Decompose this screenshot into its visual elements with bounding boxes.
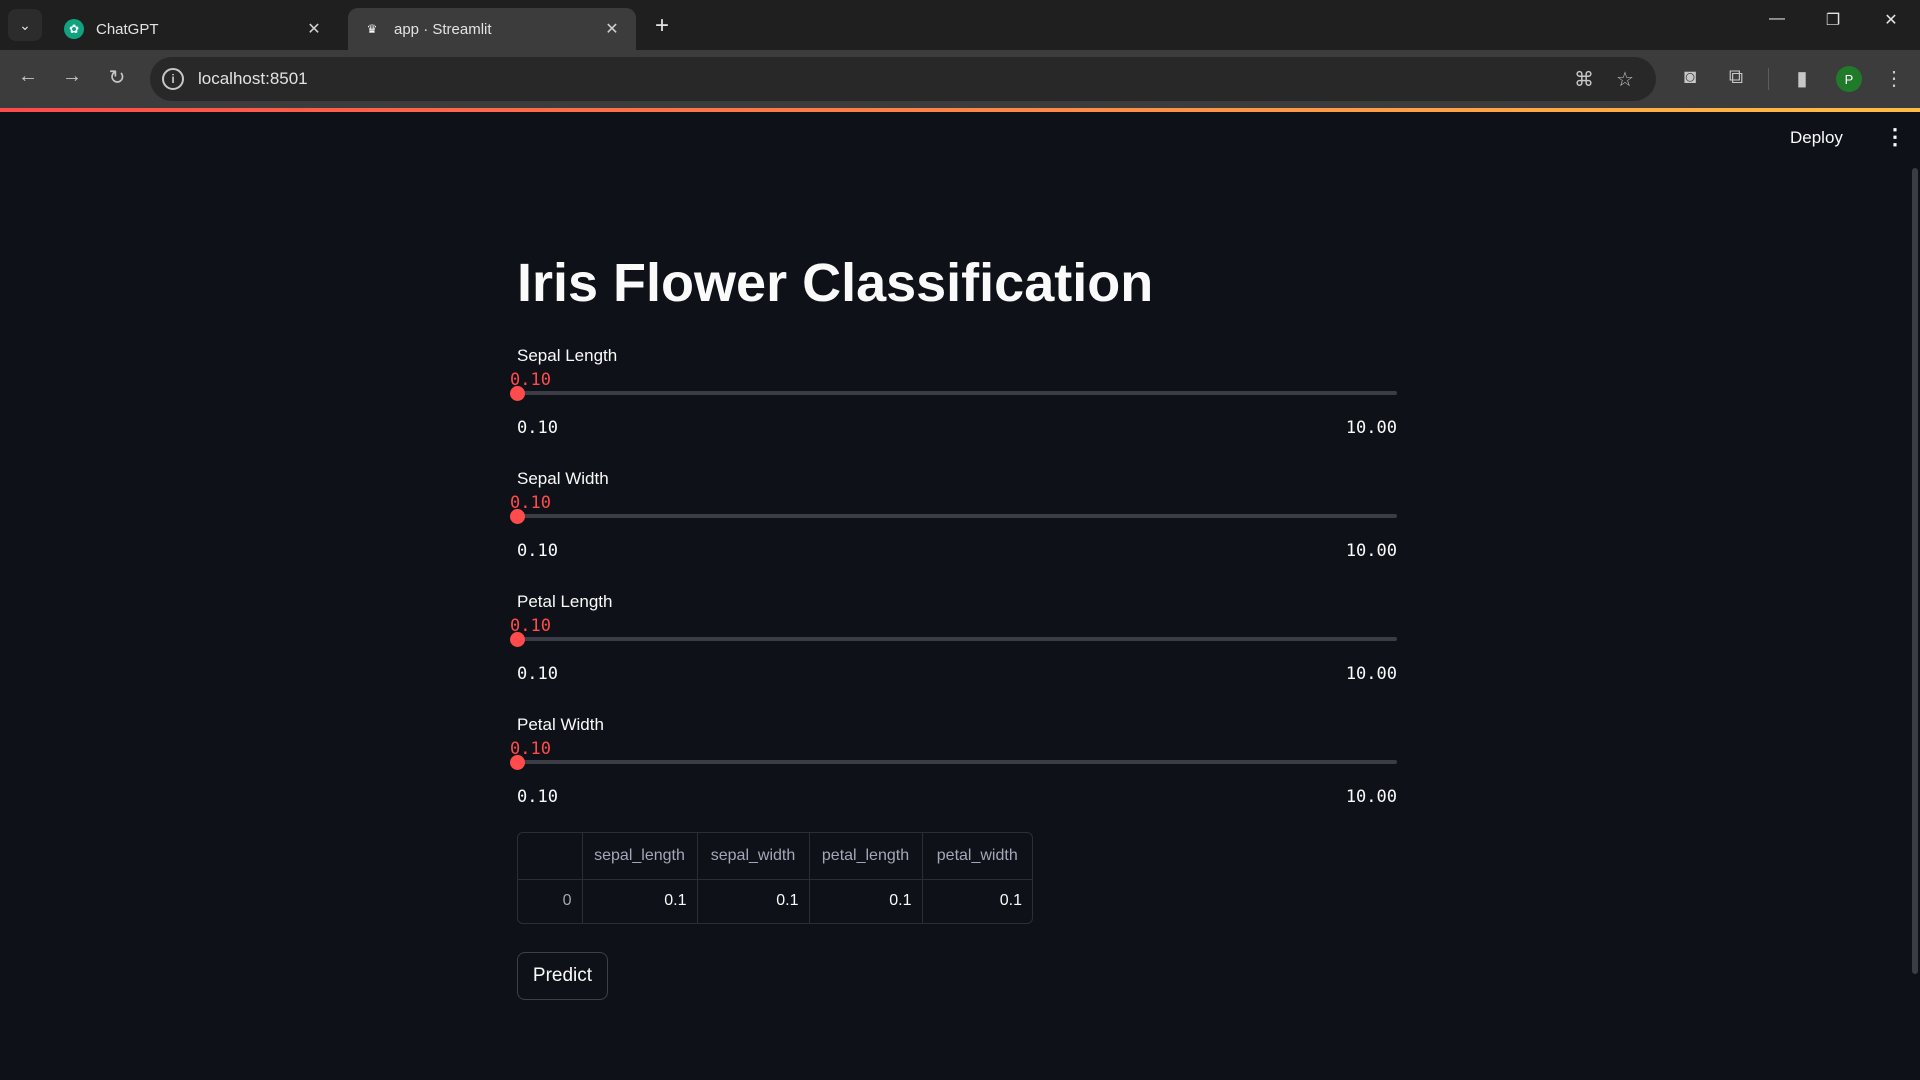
- slider-track[interactable]: [517, 760, 1397, 764]
- tab-title: app · Streamlit: [394, 20, 492, 38]
- reload-icon[interactable]: ↻: [103, 65, 131, 90]
- new-tab-button[interactable]: +: [648, 12, 676, 40]
- slider-petal-length: Petal Length 0.10 0.10 10.00: [510, 592, 1397, 702]
- slider-sepal-width: Sepal Width 0.10 0.10 10.00: [510, 469, 1397, 579]
- translate-icon[interactable]: ⌘: [1574, 57, 1594, 101]
- table-row: 0 0.1 0.1 0.1 0.1: [518, 879, 1032, 923]
- browser-tab-bar: ⌄ ✿ ChatGPT ✕ ♛ app · Streamlit ✕ + — ❐ …: [0, 0, 1920, 50]
- slider-thumb[interactable]: [510, 632, 525, 647]
- dataframe[interactable]: sepal_length sepal_width petal_length pe…: [517, 832, 1033, 924]
- slider-min: 0.10: [517, 541, 558, 561]
- column-header[interactable]: sepal_width: [697, 833, 810, 880]
- tab-chatgpt[interactable]: ✿ ChatGPT ✕: [50, 8, 338, 50]
- column-header[interactable]: sepal_length: [582, 833, 698, 880]
- slider-max: 10.00: [1345, 418, 1397, 438]
- back-icon[interactable]: ←: [14, 65, 42, 88]
- close-window-button[interactable]: ✕: [1876, 10, 1906, 30]
- column-header[interactable]: petal_length: [809, 833, 923, 880]
- close-icon[interactable]: ✕: [602, 19, 622, 39]
- streamlit-app: Deploy ⋮ Iris Flower Classification Sepa…: [0, 112, 1920, 1080]
- table-cell[interactable]: 0.1: [809, 879, 923, 923]
- site-info-icon[interactable]: i: [162, 68, 184, 90]
- chevron-down-icon: ⌄: [19, 16, 31, 33]
- slider-min: 0.10: [517, 664, 558, 684]
- slider-track[interactable]: [517, 391, 1397, 395]
- browser-menu-icon[interactable]: ⋮: [1880, 66, 1908, 91]
- streamlit-logo-icon: ♛: [366, 22, 378, 36]
- camera-icon[interactable]: ◙: [1676, 66, 1704, 89]
- deploy-button[interactable]: Deploy: [1790, 128, 1843, 148]
- row-index-cell[interactable]: 0: [518, 879, 583, 923]
- table-cell[interactable]: 0.1: [697, 879, 810, 923]
- slider-label: Sepal Width: [517, 469, 609, 488]
- slider-thumb[interactable]: [510, 386, 525, 401]
- slider-max: 10.00: [1345, 787, 1397, 807]
- slider-sepal-length: Sepal Length 0.10 0.10 10.00: [510, 346, 1397, 456]
- profile-avatar[interactable]: P: [1836, 66, 1862, 92]
- scrollbar[interactable]: [1912, 168, 1918, 974]
- table-header-row: sepal_length sepal_width petal_length pe…: [518, 833, 1032, 880]
- slider-label: Petal Width: [517, 715, 604, 734]
- main-menu-icon[interactable]: ⋮: [1884, 124, 1906, 150]
- slider-label: Sepal Length: [517, 346, 618, 365]
- toolbar-divider: [1768, 68, 1769, 90]
- slider-petal-width: Petal Width 0.10 0.10 10.00: [510, 715, 1397, 825]
- extensions-icon[interactable]: ⧉: [1722, 66, 1750, 89]
- slider-track[interactable]: [517, 514, 1397, 518]
- minimize-button[interactable]: —: [1762, 10, 1792, 28]
- slider-track[interactable]: [517, 637, 1397, 641]
- bookmark-star-icon[interactable]: ☆: [1616, 57, 1634, 101]
- table-cell[interactable]: 0.1: [922, 879, 1032, 923]
- tab-title: ChatGPT: [96, 20, 159, 38]
- column-header-index[interactable]: [518, 833, 583, 880]
- page-title: Iris Flower Classification: [517, 253, 1154, 313]
- restore-button[interactable]: ❐: [1818, 10, 1848, 30]
- slider-max: 10.00: [1345, 541, 1397, 561]
- table-cell[interactable]: 0.1: [582, 879, 698, 923]
- tab-streamlit-app[interactable]: ♛ app · Streamlit ✕: [348, 8, 636, 50]
- slider-max: 10.00: [1345, 664, 1397, 684]
- slider-thumb[interactable]: [510, 509, 525, 524]
- address-bar[interactable]: i localhost:8501 ⌘ ☆: [150, 57, 1656, 101]
- slider-min: 0.10: [517, 787, 558, 807]
- slider-label: Petal Length: [517, 592, 613, 611]
- slider-thumb[interactable]: [510, 755, 525, 770]
- predict-button[interactable]: Predict: [517, 952, 608, 1000]
- forward-icon[interactable]: →: [58, 65, 86, 88]
- browser-toolbar: ← → ↻ i localhost:8501 ⌘ ☆ ◙ ⧉ ▮ ⋮: [0, 50, 1920, 108]
- column-header[interactable]: petal_width: [922, 833, 1032, 880]
- close-icon[interactable]: ✕: [304, 19, 324, 39]
- url-text[interactable]: localhost:8501: [198, 69, 308, 89]
- slider-min: 0.10: [517, 418, 558, 438]
- tab-search-button[interactable]: ⌄: [8, 9, 42, 41]
- side-panel-icon[interactable]: ▮: [1788, 66, 1816, 91]
- chatgpt-logo-icon: ✿: [64, 19, 84, 39]
